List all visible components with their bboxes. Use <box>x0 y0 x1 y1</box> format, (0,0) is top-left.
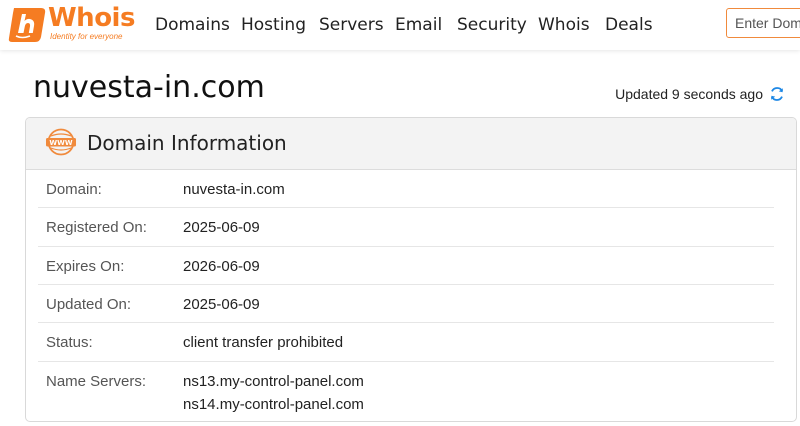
nav-item-email[interactable]: Email <box>395 15 442 35</box>
info-row-status: Status: client transfer prohibited <box>26 323 796 362</box>
info-row-name-servers: Name Servers: ns13.my-control-panel.com … <box>26 362 796 421</box>
logo-tagline: Identity for everyone <box>50 32 123 41</box>
whois-logo[interactable]: Whois Identity for everyone <box>8 3 135 47</box>
card-title: Domain Information <box>87 131 287 155</box>
nav-item-whois[interactable]: Whois <box>538 15 590 35</box>
info-row-updated-on: Updated On: 2025-06-09 <box>26 285 796 323</box>
row-value: nuvesta-in.com <box>183 181 285 198</box>
domain-search-input[interactable] <box>726 8 800 38</box>
nav-item-security[interactable]: Security <box>457 15 527 35</box>
last-updated-text: Updated 9 seconds ago <box>615 86 763 102</box>
refresh-icon[interactable] <box>769 86 785 102</box>
nav-item-servers[interactable]: Servers <box>319 15 384 35</box>
nav-item-hosting[interactable]: Hosting <box>241 15 306 35</box>
name-server-2: ns14.my-control-panel.com <box>183 396 364 413</box>
info-row-registered-on: Registered On: 2025-06-09 <box>26 208 796 247</box>
name-server-1: ns13.my-control-panel.com <box>183 373 364 390</box>
row-value: 2025-06-09 <box>183 219 260 236</box>
nav-item-domains[interactable]: Domains <box>155 15 230 35</box>
row-value: client transfer prohibited <box>183 334 344 351</box>
card-header: WWW Domain Information <box>26 118 796 170</box>
row-value: 2026-06-09 <box>183 258 260 275</box>
row-label: Updated On: <box>46 296 132 313</box>
row-label: Domain: <box>46 181 102 198</box>
page-title: nuvesta-in.com <box>33 70 265 105</box>
domain-information-card: WWW Domain Information Domain: nuvesta-i… <box>25 117 797 422</box>
logo-wordmark: Whois <box>48 3 135 33</box>
logo-badge-icon <box>8 8 46 42</box>
info-row-domain: Domain: nuvesta-in.com <box>26 170 796 208</box>
row-label: Registered On: <box>46 219 147 236</box>
info-row-expires-on: Expires On: 2026-06-09 <box>26 247 796 285</box>
row-value: 2025-06-09 <box>183 296 260 313</box>
row-label: Name Servers: <box>46 373 147 390</box>
row-label: Status: <box>46 334 93 351</box>
nav-item-deals[interactable]: Deals <box>605 15 653 35</box>
www-icon: WWW <box>46 128 76 156</box>
last-updated: Updated 9 seconds ago <box>615 86 785 102</box>
svg-text:WWW: WWW <box>49 139 72 147</box>
row-label: Expires On: <box>46 258 125 275</box>
top-navigation-bar: Whois Identity for everyone Domains Host… <box>0 0 800 50</box>
